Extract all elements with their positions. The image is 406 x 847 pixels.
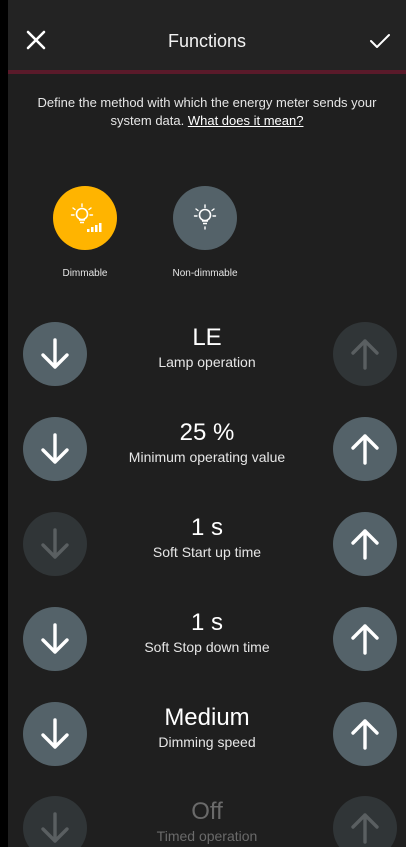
arrow-down-icon	[41, 718, 69, 749]
help-link[interactable]: What does it mean?	[188, 113, 304, 128]
mode-label-dimmable: Dimmable	[62, 268, 108, 279]
parameter-text: 1 s Soft Stop down time	[98, 609, 316, 657]
page-title: Functions	[167, 31, 247, 51]
decrease-button[interactable]	[23, 702, 87, 766]
parameter-name: Timed operation	[156, 828, 258, 844]
parameter-value: Off	[191, 798, 223, 825]
increase-button[interactable]	[333, 322, 397, 386]
parameter-row: 1 s Soft Start up time	[8, 512, 406, 576]
parameter-text: 1 s Soft Start up time	[98, 514, 316, 562]
arrow-up-icon	[351, 719, 379, 750]
non-dimmable-button[interactable]	[173, 186, 237, 250]
arrow-up-icon	[351, 434, 379, 465]
increase-button[interactable]	[333, 512, 397, 576]
arrow-down-icon	[41, 623, 69, 654]
increase-button[interactable]	[333, 796, 397, 847]
functions-screen: Functions Define the method with which t…	[8, 0, 406, 847]
arrow-down-icon	[41, 338, 69, 369]
parameter-text: Off Timed operation	[98, 798, 316, 846]
top-bar: Functions	[8, 0, 406, 74]
parameter-row: Medium Dimming speed	[8, 702, 406, 766]
increase-button[interactable]	[333, 417, 397, 481]
mode-non-dimmable[interactable]: Non-dimmable	[160, 186, 250, 279]
arrow-up-icon	[351, 529, 379, 560]
check-icon	[370, 34, 390, 48]
arrow-up-icon	[351, 339, 379, 370]
parameter-value: Medium	[164, 704, 250, 731]
parameter-value: 1 s	[190, 609, 223, 636]
parameter-row: 1 s Soft Stop down time	[8, 607, 406, 671]
parameter-row: Off Timed operation	[8, 796, 406, 847]
decrease-button[interactable]	[23, 607, 87, 671]
parameter-name: Dimming speed	[158, 734, 256, 750]
decrease-button[interactable]	[23, 417, 87, 481]
parameter-value: 1 s	[190, 514, 223, 541]
increase-button[interactable]	[333, 607, 397, 671]
description: Define the method with which the energy …	[20, 94, 394, 130]
arrow-up-icon	[351, 624, 379, 655]
dimmable-button[interactable]	[53, 186, 117, 250]
mode-dimmable[interactable]: Dimmable	[40, 186, 130, 279]
arrow-down-icon	[41, 433, 69, 464]
lamp-dimmable-icon	[70, 203, 102, 232]
parameter-text: Medium Dimming speed	[98, 704, 316, 752]
parameter-name: Lamp operation	[158, 354, 256, 370]
parameter-value: 25 %	[179, 419, 235, 446]
parameter-text: LE Lamp operation	[98, 324, 316, 372]
increase-button[interactable]	[333, 702, 397, 766]
arrow-down-icon	[41, 528, 69, 559]
decrease-button[interactable]	[23, 512, 87, 576]
parameter-row: 25 % Minimum operating value	[8, 417, 406, 481]
parameter-name: Soft Stop down time	[144, 639, 270, 655]
decrease-button[interactable]	[23, 796, 87, 847]
arrow-down-icon	[41, 812, 69, 843]
decrease-button[interactable]	[23, 322, 87, 386]
lamp-icon	[193, 204, 217, 230]
arrow-up-icon	[351, 813, 379, 844]
mode-label-non-dimmable: Non-dimmable	[172, 268, 238, 279]
parameter-row: LE Lamp operation	[8, 322, 406, 386]
parameter-text: 25 % Minimum operating value	[98, 419, 316, 467]
parameter-name: Minimum operating value	[128, 449, 286, 465]
parameter-value: LE	[192, 324, 222, 351]
confirm-button[interactable]	[368, 30, 392, 52]
parameter-name: Soft Start up time	[152, 544, 262, 560]
